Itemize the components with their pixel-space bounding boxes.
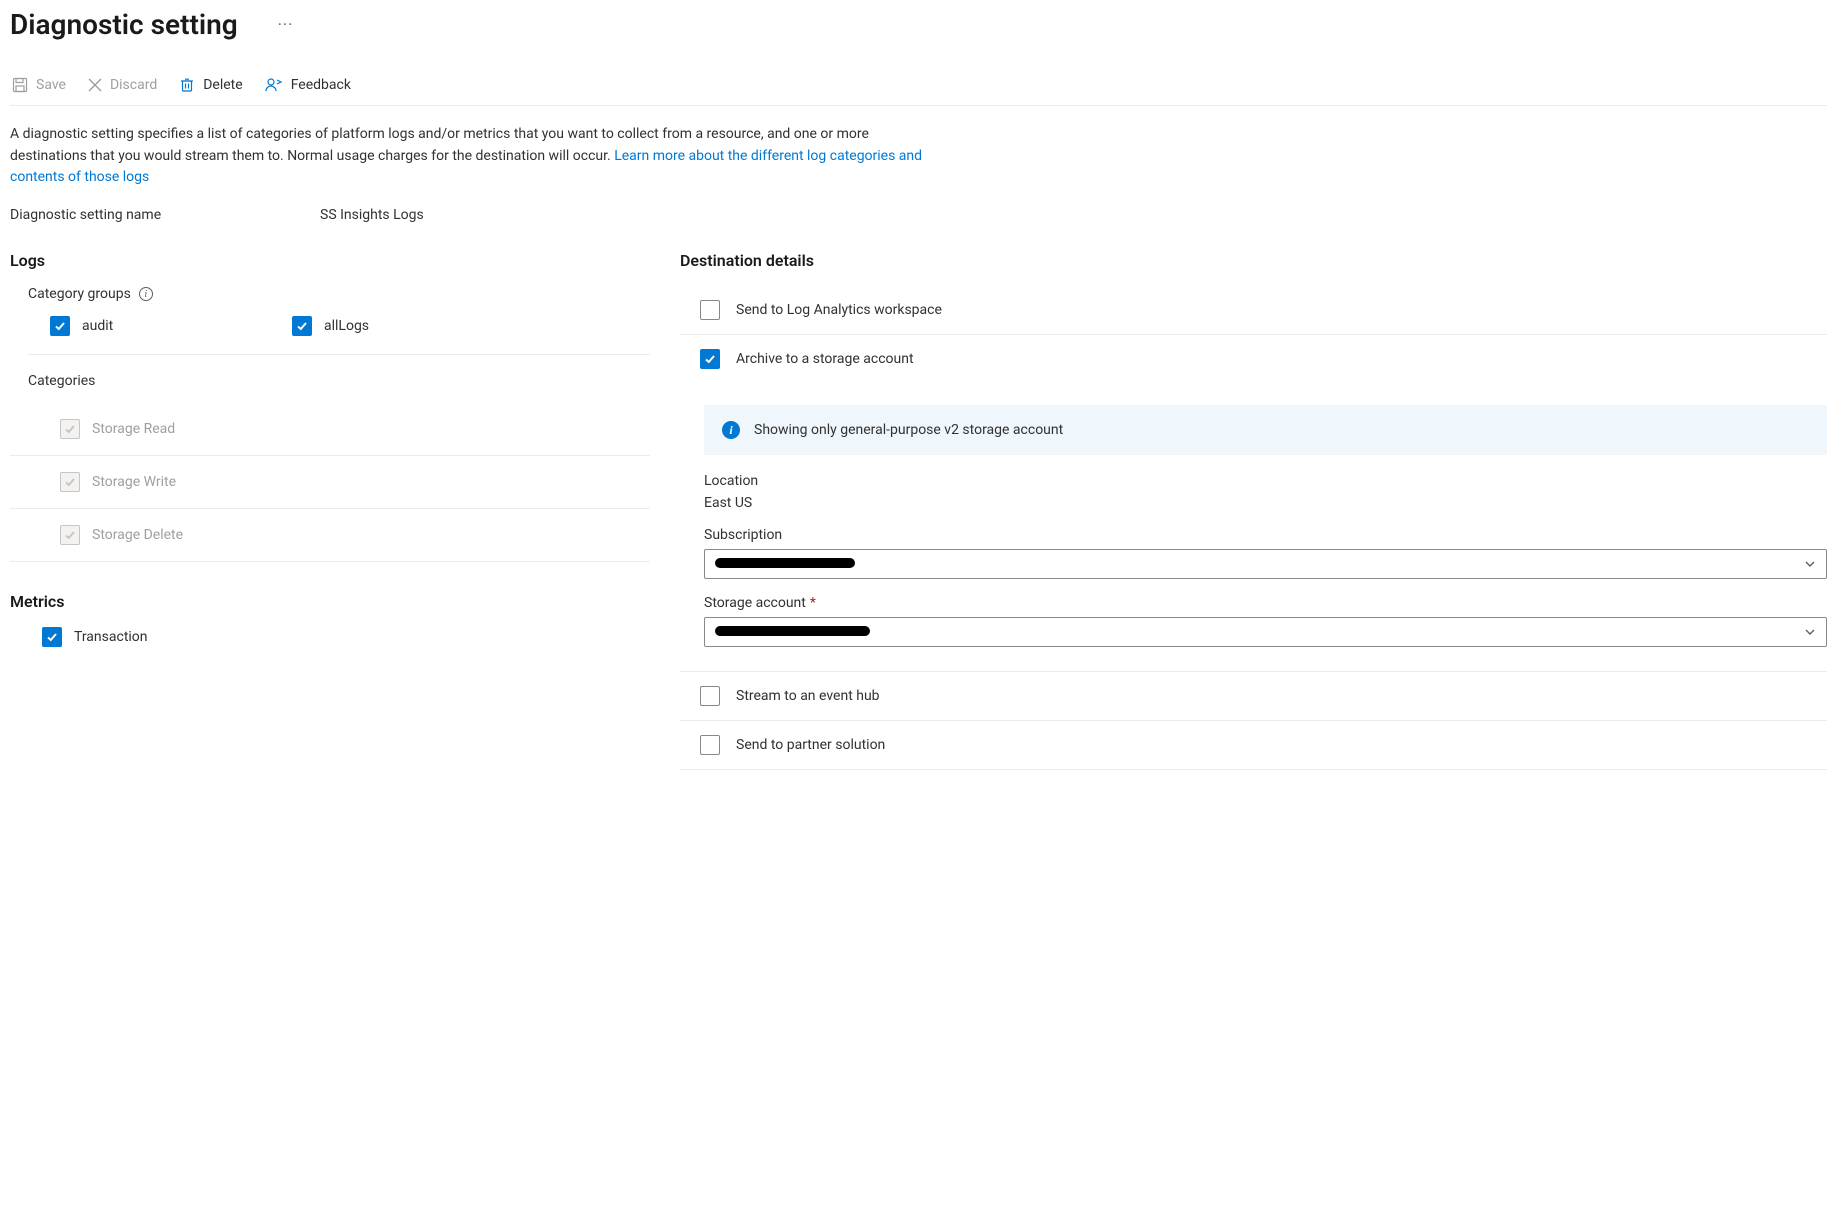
storage-account-value — [715, 624, 1804, 640]
destination-title: Destination details — [680, 251, 1827, 270]
info-banner: i Showing only general-purpose v2 storag… — [704, 405, 1827, 455]
command-bar: Save Discard Delete Feedback — [10, 65, 1827, 106]
chevron-down-icon — [1804, 626, 1816, 638]
storage-account-panel: i Showing only general-purpose v2 storag… — [680, 383, 1827, 672]
subscription-value — [715, 556, 1804, 572]
feedback-button[interactable]: Feedback — [265, 75, 351, 95]
divider — [28, 354, 650, 355]
trash-icon — [179, 77, 195, 93]
category-storage-delete: Storage Delete — [10, 509, 650, 562]
discard-button-label: Discard — [110, 77, 157, 93]
metrics-title: Metrics — [10, 592, 650, 611]
checkbox-box — [50, 316, 70, 336]
category-groups-label: Category groups i — [10, 286, 650, 302]
check-icon — [64, 476, 76, 488]
blade-header: Diagnostic setting ··· — [10, 8, 1827, 41]
checkbox-label: Transaction — [74, 629, 148, 645]
dest-storage-account[interactable]: Archive to a storage account — [680, 335, 1827, 383]
save-button[interactable]: Save — [12, 75, 66, 95]
check-icon — [54, 320, 66, 332]
checkbox-box-disabled — [60, 472, 80, 492]
subscription-dropdown[interactable] — [704, 549, 1827, 579]
categories-text: Categories — [28, 373, 95, 389]
checkbox-box — [700, 349, 720, 369]
info-icon: i — [722, 421, 740, 439]
diagnostic-name-value[interactable]: SS Insights Logs — [320, 207, 424, 223]
checkbox-alllogs[interactable]: allLogs — [292, 316, 502, 336]
check-icon — [46, 631, 58, 643]
dest-label: Send to partner solution — [736, 737, 885, 753]
check-icon — [64, 529, 76, 541]
content-columns: Logs Category groups i audit — [10, 251, 1827, 770]
metrics-block: Metrics Transaction — [10, 592, 650, 647]
dest-label: Stream to an event hub — [736, 688, 880, 704]
diagnostic-name-field: Diagnostic setting name SS Insights Logs — [10, 207, 1827, 223]
dest-partner-solution[interactable]: Send to partner solution — [680, 721, 1827, 770]
subscription-label: Subscription — [704, 527, 1827, 543]
save-button-label: Save — [36, 77, 66, 93]
logs-metrics-column: Logs Category groups i audit — [10, 251, 650, 770]
feedback-button-label: Feedback — [291, 77, 351, 93]
info-banner-text: Showing only general-purpose v2 storage … — [754, 422, 1063, 438]
check-icon — [704, 353, 716, 365]
categories-list: Storage Read Storage Write Storage Delet… — [10, 403, 650, 562]
check-icon — [296, 320, 308, 332]
checkbox-box — [700, 686, 720, 706]
description-text: A diagnostic setting specifies a list of… — [10, 124, 930, 189]
delete-button[interactable]: Delete — [179, 75, 242, 95]
checkbox-label: audit — [82, 318, 113, 334]
checkbox-box — [700, 735, 720, 755]
storage-account-dropdown[interactable] — [704, 617, 1827, 647]
logs-title: Logs — [10, 251, 650, 270]
checkbox-box — [42, 627, 62, 647]
save-icon — [12, 77, 28, 93]
checkbox-label: allLogs — [324, 318, 369, 334]
feedback-icon — [265, 77, 283, 93]
chevron-down-icon — [1804, 558, 1816, 570]
dest-label: Archive to a storage account — [736, 351, 914, 367]
more-actions-icon[interactable]: ··· — [254, 15, 294, 34]
category-label: Storage Write — [92, 474, 176, 490]
category-groups-text: Category groups — [28, 286, 131, 302]
category-storage-write: Storage Write — [10, 456, 650, 509]
categories-label: Categories — [10, 373, 650, 389]
checkbox-audit[interactable]: audit — [50, 316, 260, 336]
info-icon[interactable]: i — [139, 287, 153, 301]
location-value: East US — [704, 495, 1827, 511]
storage-account-label: Storage account* — [704, 595, 1827, 611]
checkbox-box-disabled — [60, 525, 80, 545]
category-storage-read: Storage Read — [10, 403, 650, 456]
close-icon — [88, 78, 102, 92]
dest-log-analytics[interactable]: Send to Log Analytics workspace — [680, 286, 1827, 335]
checkbox-transaction[interactable]: Transaction — [10, 627, 650, 647]
location-label: Location — [704, 473, 1827, 489]
category-label: Storage Read — [92, 421, 175, 437]
dest-event-hub[interactable]: Stream to an event hub — [680, 672, 1827, 721]
destination-column: Destination details Send to Log Analytic… — [680, 251, 1827, 770]
delete-button-label: Delete — [203, 77, 242, 93]
page-title: Diagnostic setting — [10, 8, 238, 41]
category-label: Storage Delete — [92, 527, 183, 543]
checkbox-box-disabled — [60, 419, 80, 439]
check-icon — [64, 423, 76, 435]
discard-button[interactable]: Discard — [88, 75, 157, 95]
dest-label: Send to Log Analytics workspace — [736, 302, 942, 318]
category-groups-row: audit allLogs — [10, 316, 650, 336]
checkbox-box — [292, 316, 312, 336]
checkbox-box — [700, 300, 720, 320]
diagnostic-name-label: Diagnostic setting name — [10, 207, 320, 223]
